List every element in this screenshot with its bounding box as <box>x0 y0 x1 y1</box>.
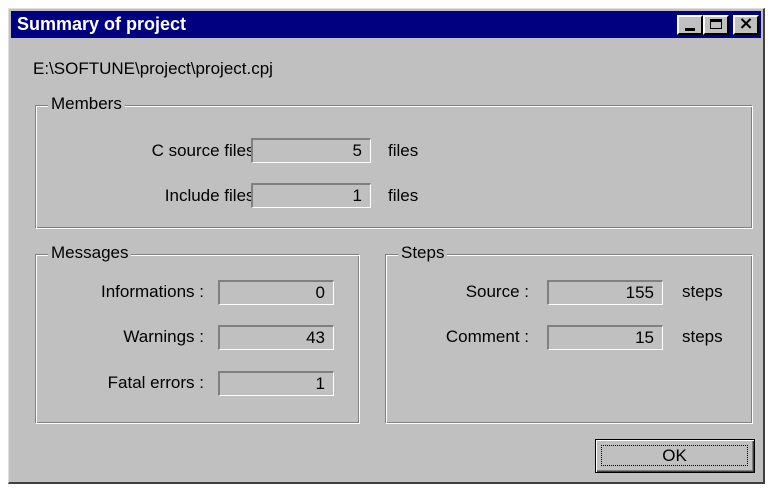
source-steps-label: Source : <box>465 282 529 301</box>
close-button[interactable]: × <box>733 13 759 35</box>
c-source-files-value: 5 <box>251 138 371 163</box>
fatal-errors-value: 1 <box>218 371 334 396</box>
minimize-icon <box>685 28 695 31</box>
c-source-files-label: C source files : <box>151 141 264 160</box>
warnings-value: 43 <box>218 325 334 350</box>
maximize-icon <box>710 19 722 29</box>
source-steps-value: 155 <box>547 280 663 305</box>
window-title: Summary of project <box>17 14 187 34</box>
c-source-files-unit: files <box>388 141 419 160</box>
maximize-button[interactable] <box>703 15 729 35</box>
include-files-label: Include files : <box>164 186 264 205</box>
ok-button[interactable]: OK <box>595 439 755 473</box>
messages-legend: Messages <box>48 243 132 263</box>
ok-button-label: OK <box>601 445 748 466</box>
title-bar[interactable]: Summary of project × <box>11 11 761 38</box>
informations-label: Informations : <box>101 282 204 301</box>
comment-steps-value: 15 <box>547 325 663 350</box>
steps-group: Steps Source : 155 steps Comment : 15 st… <box>385 243 753 424</box>
include-files-value: 1 <box>251 183 371 208</box>
source-steps-unit: steps <box>682 282 723 301</box>
comment-steps-unit: steps <box>682 327 723 346</box>
members-group: Members C source files : 5 files Include… <box>35 94 753 229</box>
summary-dialog: Summary of project × E:\SOFTUNE\project\… <box>8 8 765 484</box>
fatal-errors-label: Fatal errors : <box>107 373 204 392</box>
comment-steps-label: Comment : <box>445 327 529 346</box>
members-legend: Members <box>48 94 125 114</box>
minimize-button[interactable] <box>677 15 703 35</box>
informations-value: 0 <box>218 280 334 305</box>
close-icon: × <box>738 13 754 34</box>
include-files-unit: files <box>388 186 419 205</box>
messages-group: Messages Informations : 0 Warnings : 43 … <box>35 243 360 424</box>
project-path: E:\SOFTUNE\project\project.cpj <box>33 59 273 78</box>
warnings-label: Warnings : <box>123 327 204 346</box>
steps-legend: Steps <box>398 243 448 263</box>
